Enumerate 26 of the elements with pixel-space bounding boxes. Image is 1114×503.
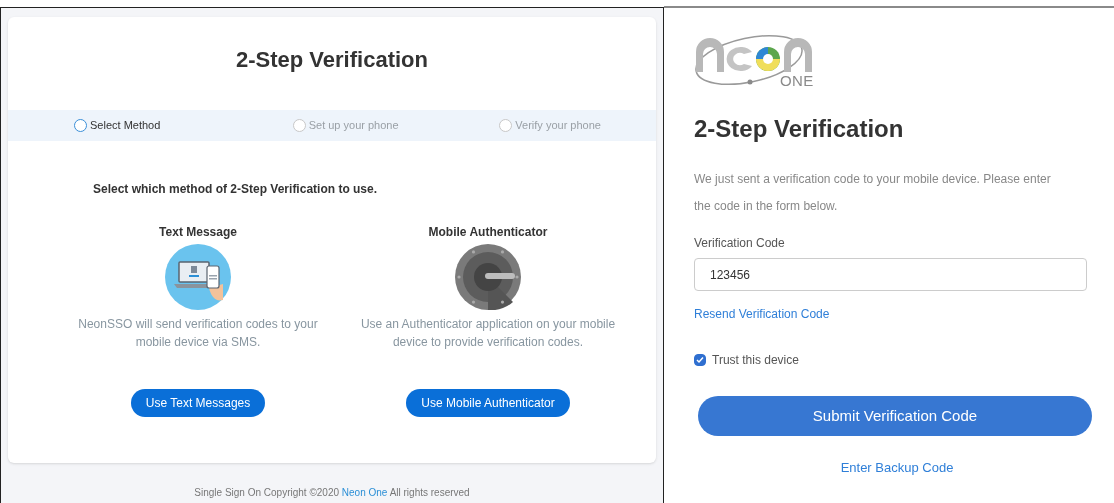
field-label: Verification Code	[694, 235, 786, 252]
method-description: Use an Authenticator application on your mobile device to provide verification codes.	[359, 316, 617, 351]
checkbox-label: Trust this device	[712, 352, 799, 369]
instruction-text: Select which method of 2-Step Verification to use.	[93, 181, 379, 198]
choose-method-button[interactable]: Use Mobile Authenticator	[406, 389, 570, 417]
laptop-and-phone-icon	[165, 244, 231, 310]
step-label: Set up your phone	[308, 118, 399, 134]
logo-text: ONE	[780, 73, 814, 88]
verify-title: 2-Step Verification	[694, 114, 905, 144]
method-title: Text Message	[159, 225, 237, 240]
method-description: NeonSSO will send verification codes to your mobile device via SMS.	[77, 316, 319, 351]
step-label: Verify your phone	[515, 118, 601, 134]
submit-button[interactable]: Submit Verification Code	[698, 396, 1092, 436]
step-label: Select Method	[90, 118, 161, 134]
choose-method-button[interactable]: Use Text Messages	[130, 389, 266, 417]
page-title: 2-Step Verification	[235, 46, 429, 74]
method-title: Mobile Authenticator	[428, 225, 548, 240]
verify-message: We just sent a verification code to your mobile device. Please enter the code in the form below.	[694, 171, 1052, 215]
copyright-text: Single Sign On Copyright ©2020 Neon One All rights reserved	[194, 486, 470, 500]
resend-link[interactable]: Resend Verification Code	[694, 305, 830, 323]
verification-code-field[interactable]: 123456	[694, 258, 1087, 291]
trust-checkbox[interactable]	[694, 354, 706, 366]
backup-code-link[interactable]: Enter Backup Code	[840, 458, 954, 478]
company-link[interactable]: Neon One	[341, 487, 388, 498]
authenticator-icon	[455, 244, 521, 310]
checkmark-icon	[696, 356, 704, 364]
